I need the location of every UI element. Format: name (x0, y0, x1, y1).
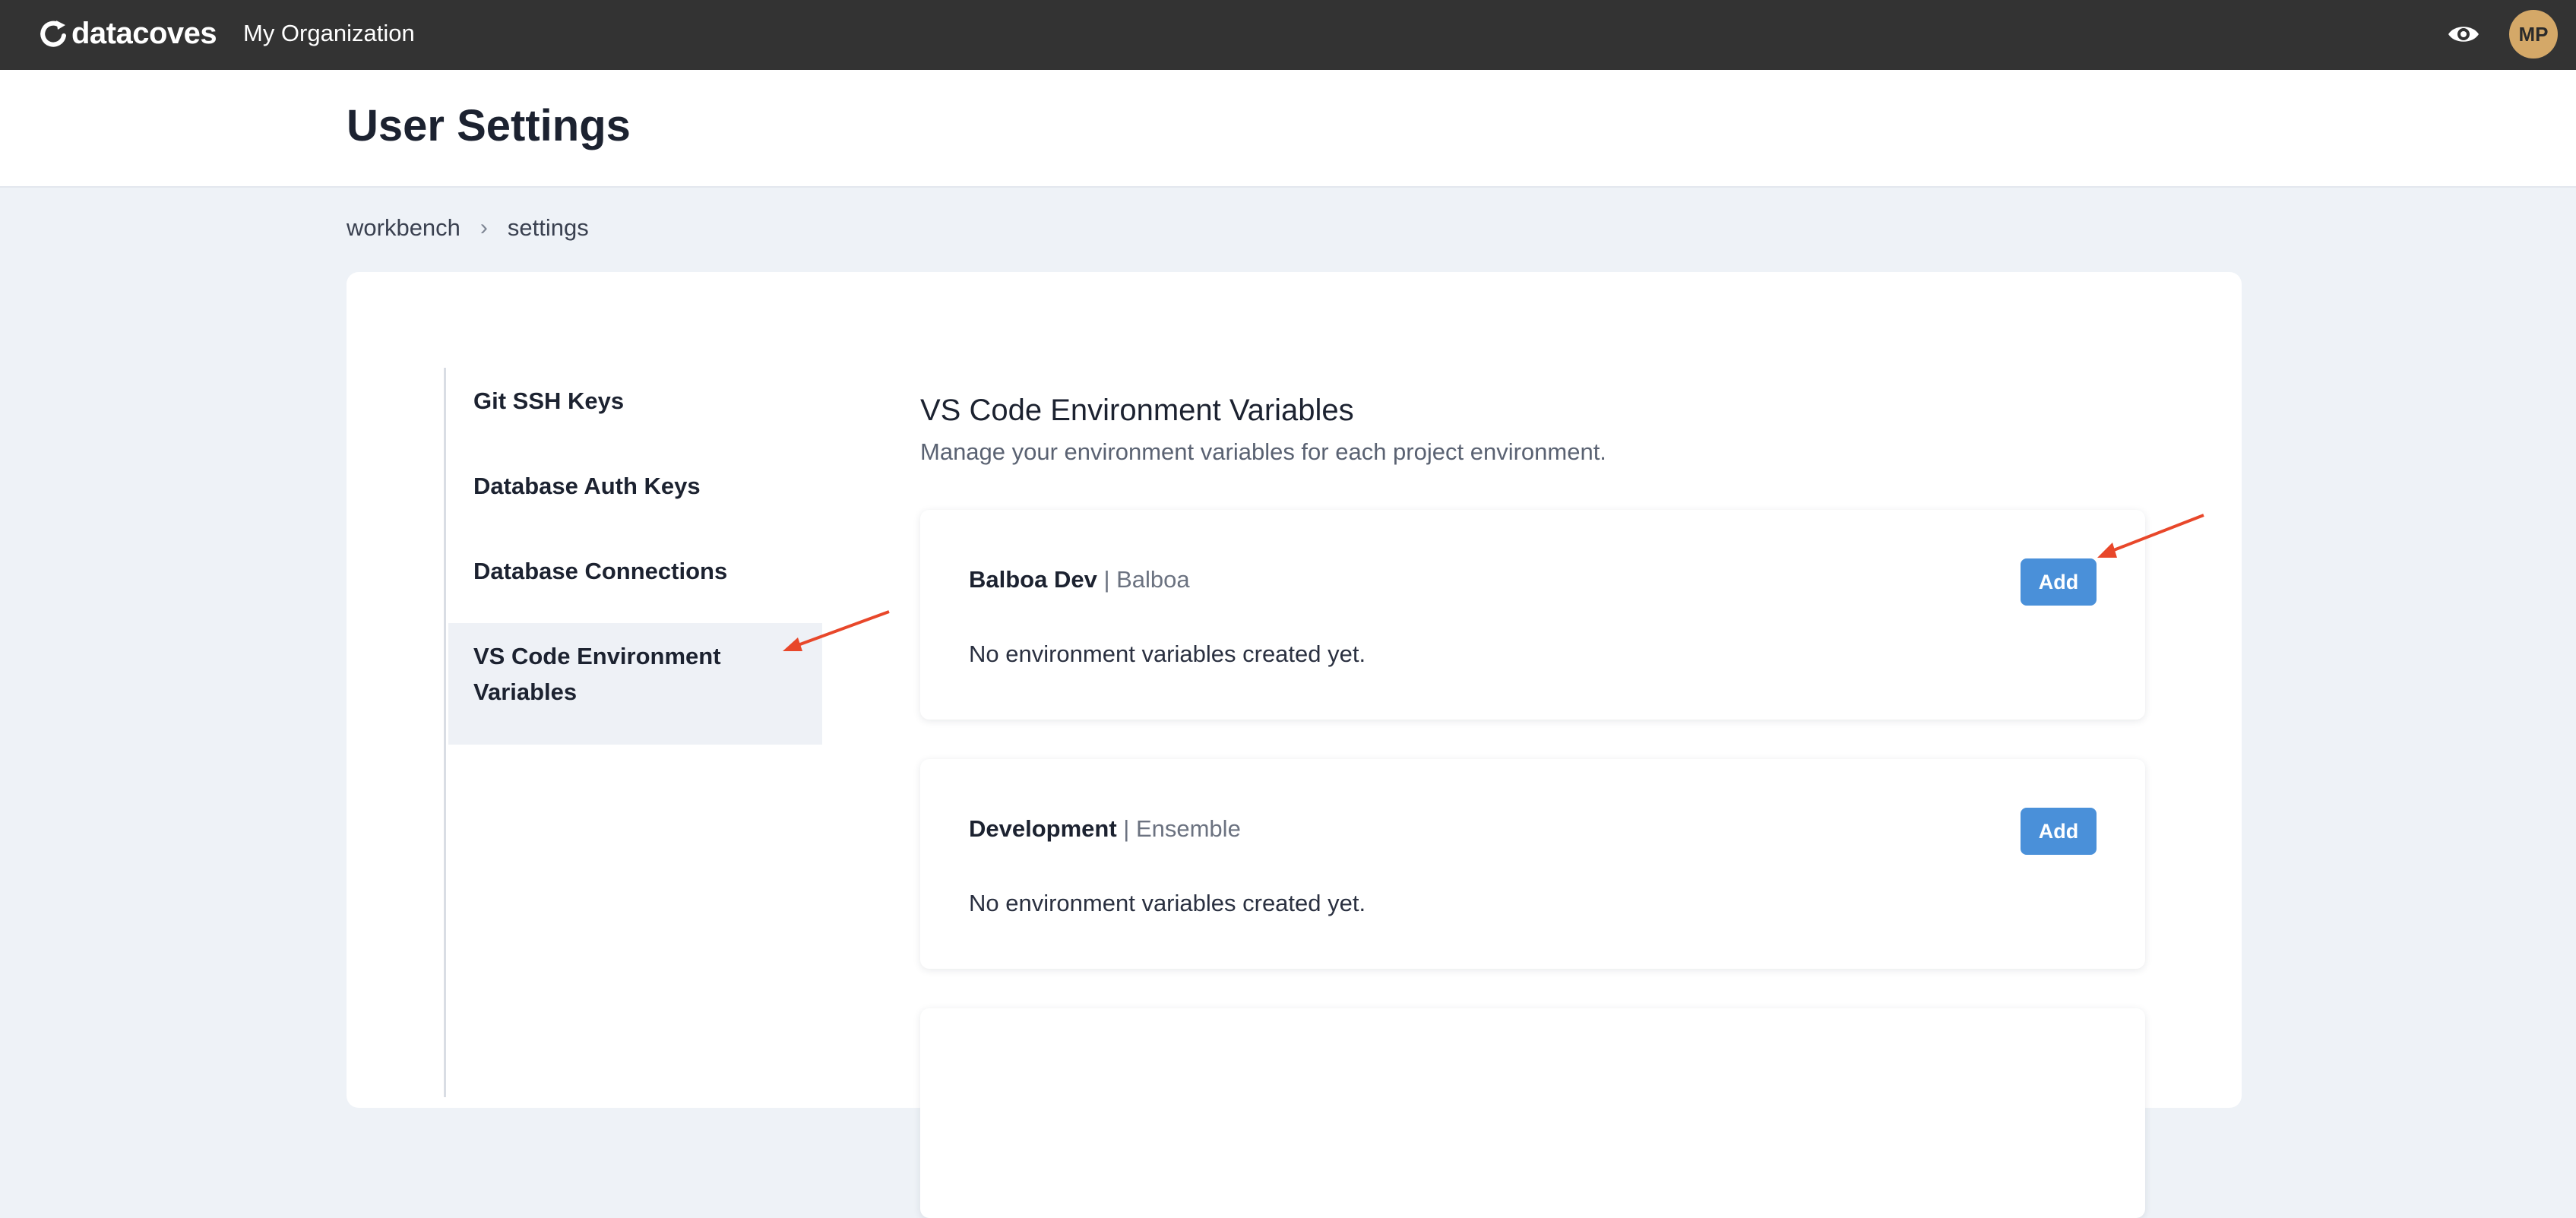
environment-title: Development | Ensemble (969, 815, 1241, 843)
add-variable-button[interactable]: Add (2021, 808, 2097, 855)
empty-state-text: No environment variables created yet. (969, 641, 1366, 667)
section-subtitle: Manage your environment variables for ea… (920, 438, 1606, 465)
environment-card-partial (920, 1008, 2145, 1218)
organization-name[interactable]: My Organization (243, 20, 415, 47)
page-header: User Settings (0, 70, 2576, 188)
datacoves-logo[interactable]: datacoves (36, 17, 217, 51)
user-avatar[interactable]: MP (2509, 10, 2558, 59)
sidebar-item-database-auth-keys[interactable]: Database Auth Keys (448, 468, 822, 504)
sidebar-item-git-ssh-keys[interactable]: Git SSH Keys (448, 383, 822, 419)
environment-card-balboa-dev: Balboa Dev | Balboa Add No environment v… (920, 510, 2145, 720)
empty-state-text: No environment variables created yet. (969, 890, 1366, 916)
annotation-arrow-icon (2097, 514, 2204, 558)
breadcrumb: workbench › settings (347, 214, 589, 242)
sidebar-item-vscode-env-variables[interactable]: VS Code Environment Variables (448, 623, 822, 745)
sidebar-item-database-connections[interactable]: Database Connections (448, 553, 822, 589)
breadcrumb-item-settings: settings (507, 214, 589, 241)
environment-separator: | (1097, 566, 1117, 593)
datacoves-logo-icon (40, 20, 66, 47)
environment-name: Development (969, 815, 1117, 842)
page-title: User Settings (347, 101, 631, 150)
environment-card-development: Development | Ensemble Add No environmen… (920, 759, 2145, 969)
environment-name: Balboa Dev (969, 566, 1097, 593)
environment-separator: | (1116, 815, 1136, 842)
environment-project: Balboa (1116, 566, 1190, 593)
logo-text: datacoves (71, 17, 217, 50)
environment-title: Balboa Dev | Balboa (969, 566, 1190, 593)
section-title: VS Code Environment Variables (920, 394, 1354, 427)
add-variable-button[interactable]: Add (2021, 558, 2097, 606)
annotation-arrow-icon (783, 610, 890, 651)
environment-project: Ensemble (1135, 815, 1241, 842)
settings-sidebar: Git SSH Keys Database Auth Keys Database… (444, 368, 824, 1097)
top-navigation-bar: datacoves My Organization MP (0, 0, 2576, 70)
breadcrumb-separator-icon: › (479, 215, 488, 240)
breadcrumb-item-workbench[interactable]: workbench (347, 214, 460, 242)
eye-icon[interactable] (2447, 21, 2480, 47)
